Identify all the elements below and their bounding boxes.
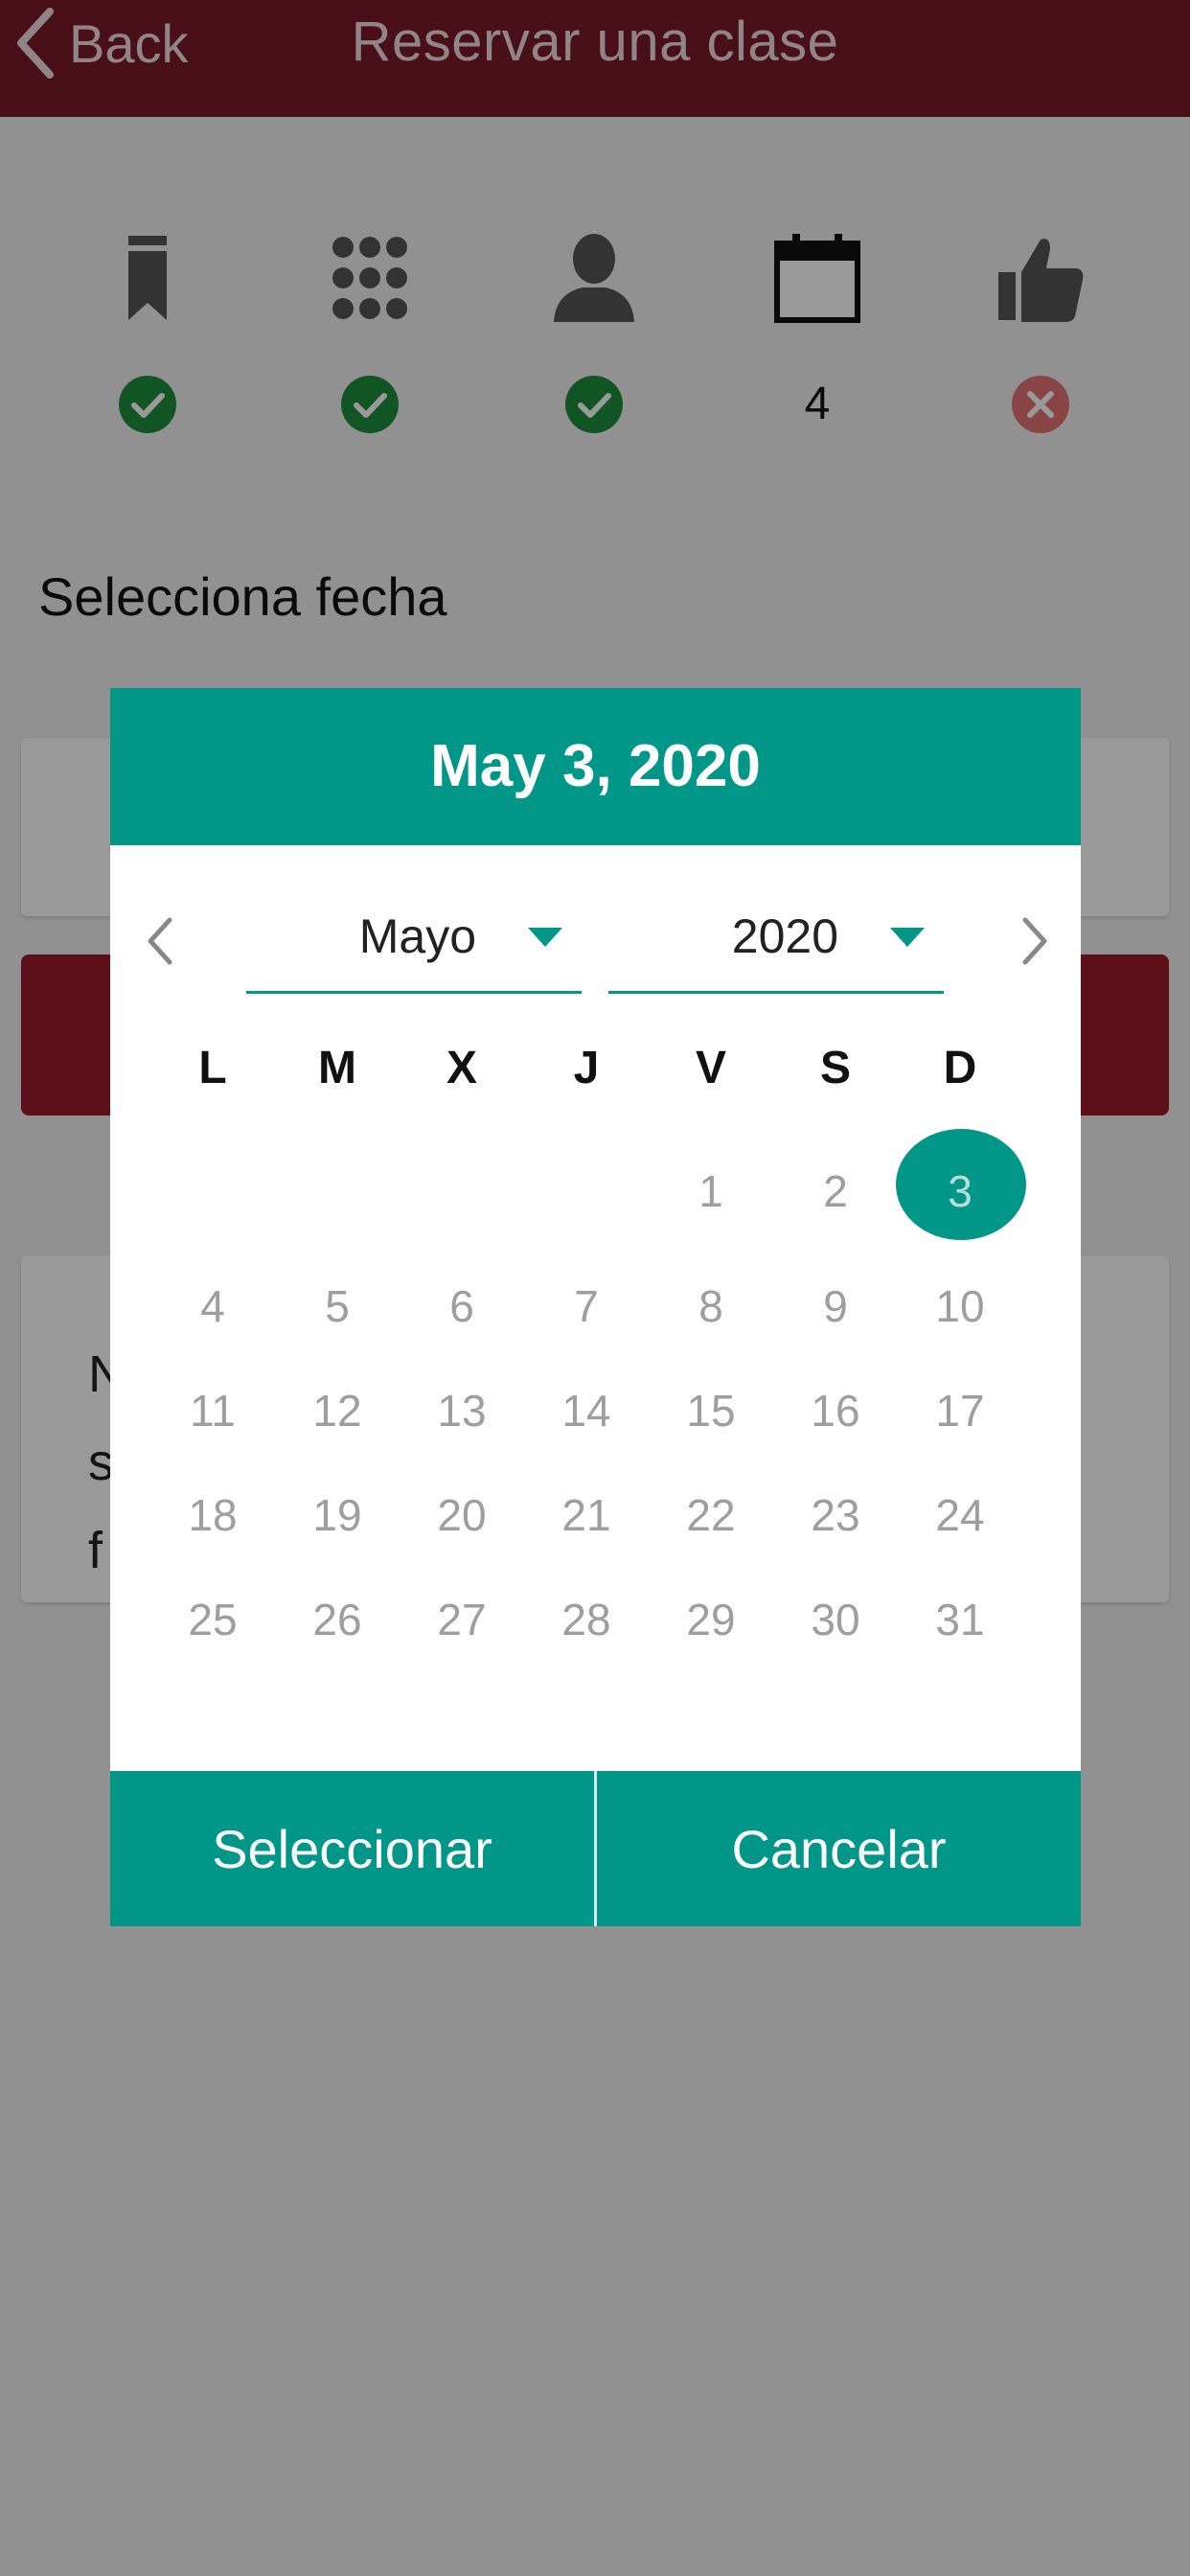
calendar-day[interactable]: 14 bbox=[524, 1358, 649, 1462]
month-dropdown[interactable]: Mayo bbox=[246, 889, 582, 994]
chevron-left-icon bbox=[148, 917, 172, 965]
calendar-day[interactable]: 2 bbox=[773, 1129, 898, 1254]
calendar-day-label: 14 bbox=[561, 1385, 611, 1436]
calendar-day-label: 20 bbox=[437, 1489, 487, 1540]
calendar-day[interactable]: 31 bbox=[898, 1567, 1022, 1671]
calendar-day-label: 17 bbox=[935, 1385, 985, 1436]
year-dropdown[interactable]: 2020 bbox=[608, 889, 944, 994]
calendar-day[interactable]: 28 bbox=[524, 1567, 649, 1671]
calendar-day[interactable]: 27 bbox=[400, 1567, 524, 1671]
dialog-footer: Seleccionar Cancelar bbox=[110, 1771, 1081, 1926]
calendar-day-label: 19 bbox=[312, 1489, 362, 1540]
calendar-day[interactable]: 6 bbox=[400, 1254, 524, 1358]
calendar-day[interactable]: 3 bbox=[896, 1129, 1026, 1254]
next-month-button[interactable] bbox=[1006, 903, 1064, 979]
calendar-day[interactable]: 11 bbox=[150, 1358, 275, 1462]
calendar-day[interactable]: 5 bbox=[275, 1254, 400, 1358]
calendar-day-label: 8 bbox=[698, 1280, 723, 1331]
weekday-label: J bbox=[573, 1043, 600, 1093]
calendar-day[interactable]: 24 bbox=[898, 1462, 1022, 1567]
calendar-day[interactable]: 9 bbox=[773, 1254, 898, 1358]
calendar-day-label: 27 bbox=[437, 1594, 487, 1644]
calendar-day-label: 10 bbox=[935, 1280, 985, 1331]
calendar-day[interactable]: 25 bbox=[150, 1567, 275, 1671]
calendar-day-label: 13 bbox=[437, 1385, 487, 1436]
calendar-day-label: 22 bbox=[686, 1489, 736, 1540]
calendar-day[interactable]: 23 bbox=[773, 1462, 898, 1567]
calendar-day-label: 31 bbox=[935, 1594, 985, 1644]
calendar-day[interactable]: 20 bbox=[400, 1462, 524, 1567]
weekday-label: M bbox=[318, 1043, 356, 1093]
calendar-day[interactable]: 22 bbox=[649, 1462, 773, 1567]
calendar-day-label: 15 bbox=[686, 1385, 736, 1436]
calendar-day-label: 28 bbox=[561, 1594, 611, 1644]
date-picker-dialog: May 3, 2020 Mayo 2020 L M X J V S D 1234… bbox=[110, 688, 1081, 1926]
caret-down-icon bbox=[890, 928, 925, 947]
calendar-week-row: 25 26 27 28 29 30 31 bbox=[150, 1567, 1022, 1671]
calendar-day-label: 26 bbox=[312, 1594, 362, 1644]
selected-date-header: May 3, 2020 bbox=[110, 688, 1081, 845]
weekday-label: S bbox=[819, 1043, 851, 1093]
calendar-day-label: 12 bbox=[312, 1385, 362, 1436]
calendar-day-empty bbox=[400, 1129, 524, 1254]
month-value: Mayo bbox=[358, 909, 476, 963]
calendar-day-label: 6 bbox=[449, 1280, 474, 1331]
calendar-day-empty bbox=[150, 1129, 275, 1254]
calendar-day[interactable]: 17 bbox=[898, 1358, 1022, 1462]
calendar-day-label: 4 bbox=[200, 1280, 225, 1331]
previous-month-button[interactable] bbox=[131, 903, 189, 979]
calendar-day-label: 21 bbox=[561, 1489, 611, 1540]
calendar-grid: 1 2 3 4 5 6 7 8 9 10 11 12 13 14 15 16 17 18 19 20 21 22 23 24 2… bbox=[150, 1129, 1026, 1671]
calendar-day[interactable]: 1 bbox=[649, 1129, 773, 1254]
calendar-day-label: 25 bbox=[188, 1594, 238, 1644]
calendar-week-row: 11 12 13 14 15 16 17 bbox=[150, 1358, 1022, 1462]
weekday-label: D bbox=[943, 1043, 977, 1093]
calendar-day-label: 24 bbox=[935, 1489, 985, 1540]
weekday-label: X bbox=[446, 1043, 477, 1093]
calendar-day-label: 3 bbox=[948, 1166, 973, 1216]
caret-down-icon bbox=[528, 928, 562, 947]
calendar-day[interactable]: 30 bbox=[773, 1567, 898, 1671]
cancel-button[interactable]: Cancelar bbox=[597, 1771, 1081, 1926]
calendar-day[interactable]: 12 bbox=[275, 1358, 400, 1462]
select-button[interactable]: Seleccionar bbox=[110, 1771, 594, 1926]
calendar-day[interactable]: 13 bbox=[400, 1358, 524, 1462]
calendar-day[interactable]: 26 bbox=[275, 1567, 400, 1671]
weekday-label: V bbox=[695, 1043, 726, 1093]
calendar-day[interactable]: 10 bbox=[898, 1254, 1022, 1358]
calendar-day[interactable]: 29 bbox=[649, 1567, 773, 1671]
calendar-day-label: 2 bbox=[823, 1166, 848, 1216]
calendar-week-row: 4 5 6 7 8 9 10 bbox=[150, 1254, 1022, 1358]
calendar-day[interactable]: 4 bbox=[150, 1254, 275, 1358]
calendar-day[interactable]: 21 bbox=[524, 1462, 649, 1567]
calendar-day-label: 9 bbox=[823, 1280, 848, 1331]
calendar-week-row: 18 19 20 21 22 23 24 bbox=[150, 1462, 1022, 1567]
calendar-day[interactable]: 7 bbox=[524, 1254, 649, 1358]
calendar-day-empty bbox=[275, 1129, 400, 1254]
calendar-day-label: 30 bbox=[811, 1594, 860, 1644]
year-value: 2020 bbox=[731, 909, 838, 963]
chevron-right-icon bbox=[1022, 917, 1047, 965]
calendar-day-label: 7 bbox=[574, 1280, 599, 1331]
weekday-header: L M X J V S D bbox=[150, 1025, 1022, 1112]
calendar-day-empty bbox=[524, 1129, 649, 1254]
calendar-day[interactable]: 15 bbox=[649, 1358, 773, 1462]
calendar-day[interactable]: 18 bbox=[150, 1462, 275, 1567]
calendar-day-label: 29 bbox=[686, 1594, 736, 1644]
calendar-day-label: 18 bbox=[188, 1489, 238, 1540]
calendar-day[interactable]: 8 bbox=[649, 1254, 773, 1358]
calendar-day-label: 23 bbox=[811, 1489, 860, 1540]
calendar-day-label: 1 bbox=[698, 1166, 723, 1216]
weekday-label: L bbox=[198, 1043, 227, 1093]
calendar-day-label: 5 bbox=[325, 1280, 350, 1331]
calendar-day-label: 16 bbox=[811, 1385, 860, 1436]
calendar-day[interactable]: 16 bbox=[773, 1358, 898, 1462]
calendar-day-label: 11 bbox=[190, 1385, 236, 1436]
calendar-day[interactable]: 19 bbox=[275, 1462, 400, 1567]
calendar-week-row: 1 2 3 bbox=[150, 1129, 1026, 1254]
